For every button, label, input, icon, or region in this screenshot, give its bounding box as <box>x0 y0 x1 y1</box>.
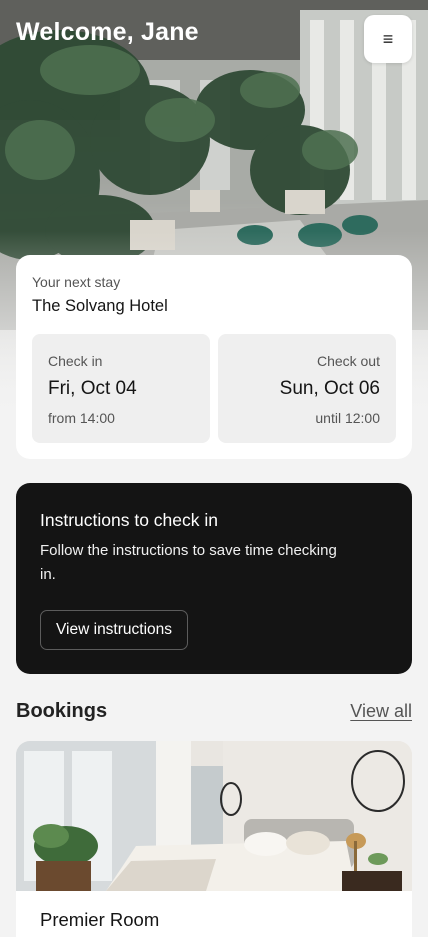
next-stay-label: Your next stay <box>32 274 121 290</box>
stay-dates: Check in Fri, Oct 04 from 14:00 Check ou… <box>32 334 396 443</box>
booking-room-name: Premier Room <box>40 909 160 930</box>
check-in-time: from 14:00 <box>48 410 115 426</box>
bookings-heading: Bookings <box>16 700 108 722</box>
check-out-box: Check out Sun, Oct 06 until 12:00 <box>218 334 396 443</box>
check-in-instructions-card: Instructions to check in Follow the inst… <box>16 483 412 674</box>
booking-card[interactable]: Premier Room <box>16 741 412 937</box>
bedroom-illustration <box>16 741 412 891</box>
room-image <box>16 741 412 891</box>
check-out-label: Check out <box>316 353 380 369</box>
check-in-box: Check in Fri, Oct 04 from 14:00 <box>32 334 210 443</box>
instructions-title: Instructions to check in <box>40 510 218 530</box>
next-stay-card[interactable]: Your next stay The Solvang Hotel Check i… <box>16 255 412 459</box>
view-instructions-button[interactable]: View instructions <box>40 610 189 650</box>
hotel-name: The Solvang Hotel <box>32 297 168 315</box>
check-in-date: Fri, Oct 04 <box>48 378 137 399</box>
menu-button[interactable]: ≡ <box>364 15 412 63</box>
check-in-label: Check in <box>48 353 103 369</box>
app-screen: Welcome, Jane ≡ Your next stay The Solva… <box>0 0 428 937</box>
welcome-heading: Welcome, Jane <box>16 18 199 46</box>
instructions-text: Follow the instructions to save time che… <box>40 542 337 583</box>
view-all-bookings-link[interactable]: View all <box>350 701 412 722</box>
hamburger-menu-icon: ≡ <box>382 29 394 49</box>
check-out-time: until 12:00 <box>315 410 380 426</box>
check-out-date: Sun, Oct 06 <box>279 378 380 399</box>
